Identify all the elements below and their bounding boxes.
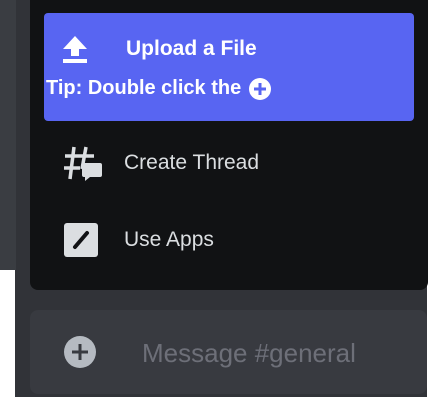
sidebar-edge: [0, 0, 16, 270]
use-apps-menu-item[interactable]: Use Apps: [44, 214, 414, 266]
message-input[interactable]: [140, 328, 414, 378]
create-thread-menu-item[interactable]: Create Thread: [44, 137, 414, 189]
upload-row: Upload a File: [60, 29, 257, 69]
create-thread-label: Create Thread: [124, 151, 260, 174]
upload-file-menu-item[interactable]: Upload a File Tip: Double click the: [44, 13, 414, 121]
use-apps-label: Use Apps: [124, 228, 214, 251]
attachment-popup-menu: Upload a File Tip: Double click the Crea…: [30, 0, 428, 290]
message-composer: [30, 310, 427, 394]
upload-tip: Tip: Double click the: [46, 77, 272, 100]
upload-file-label: Upload a File: [126, 37, 257, 60]
apps-icon: [64, 223, 98, 257]
thread-icon: [62, 143, 102, 183]
plus-circle-icon: [249, 77, 272, 100]
upload-icon: [60, 33, 90, 65]
plus-circle-icon[interactable]: [64, 336, 96, 368]
upload-tip-text: Tip: Double click the: [46, 77, 242, 99]
